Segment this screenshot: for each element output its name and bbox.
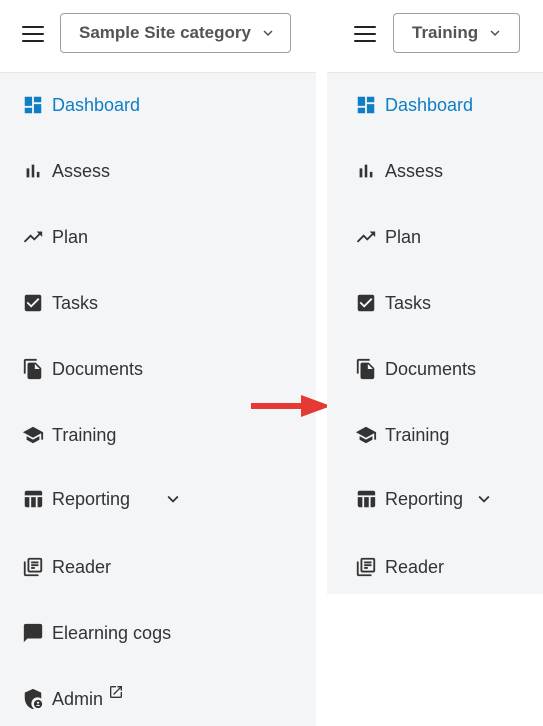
- category-dropdown-label: Training: [412, 23, 479, 42]
- sidebar-item-tasks[interactable]: Tasks: [0, 283, 316, 323]
- sidebar-item-plan[interactable]: Plan: [327, 217, 543, 257]
- sidebar-item-label: Tasks: [385, 292, 432, 313]
- admin-shield-icon: [22, 688, 44, 710]
- reader-icon: [22, 556, 44, 578]
- sidebar-item-label: Assess: [385, 160, 444, 181]
- sidebar-item-label: Plan: [385, 226, 422, 247]
- sidebar-item-reporting[interactable]: Reporting: [0, 479, 316, 519]
- sidebar-item-admin[interactable]: Admin: [0, 679, 316, 719]
- sidebar-item-label: Tasks: [52, 292, 99, 313]
- sidebar-item-label: Admin: [52, 688, 104, 709]
- top-bar: Sample Site category: [0, 0, 316, 73]
- graduation-cap-icon: [355, 424, 377, 446]
- left-panel: Sample Site category Dashboard Assess Pl…: [0, 0, 316, 726]
- sidebar-item-label: Reporting: [385, 488, 464, 509]
- chevron-down-icon[interactable]: [162, 488, 184, 510]
- right-arrow-icon: [251, 395, 331, 417]
- dashboard-icon: [355, 94, 377, 116]
- sidebar-item-label: Documents: [385, 358, 477, 379]
- sidebar-item-label: Training: [385, 424, 450, 445]
- sidebar-item-label: Assess: [52, 160, 111, 181]
- trending-up-icon: [22, 226, 44, 248]
- documents-icon: [22, 358, 44, 380]
- checkbox-icon: [355, 292, 377, 314]
- graduation-cap-icon: [22, 424, 44, 446]
- sidebar-item-tasks[interactable]: Tasks: [327, 283, 543, 323]
- sidebar-item-assess[interactable]: Assess: [327, 151, 543, 191]
- checkbox-icon: [22, 292, 44, 314]
- external-link-icon: [108, 684, 124, 700]
- right-panel: Training Dashboard Assess Plan Tasks Doc…: [327, 0, 543, 594]
- sidebar-item-label: Training: [52, 424, 117, 445]
- sidebar-item-label: Documents: [52, 358, 144, 379]
- sidebar-item-reader[interactable]: Reader: [327, 547, 543, 587]
- chat-bubble-icon: [22, 622, 44, 644]
- chevron-down-icon: [259, 24, 277, 42]
- sidebar-item-assess[interactable]: Assess: [0, 151, 316, 191]
- reader-icon: [355, 556, 377, 578]
- category-dropdown[interactable]: Training: [393, 13, 520, 53]
- bar-chart-icon: [355, 160, 377, 182]
- table-icon: [22, 488, 44, 510]
- sidebar-item-elearning-cogs[interactable]: Elearning cogs: [0, 613, 316, 653]
- hamburger-menu-icon[interactable]: [354, 23, 376, 45]
- category-dropdown-label: Sample Site category: [79, 23, 251, 42]
- sidebar-item-dashboard[interactable]: Dashboard: [0, 85, 316, 125]
- trending-up-icon: [355, 226, 377, 248]
- sidebar-nav: Dashboard Assess Plan Tasks Documents Tr…: [327, 73, 543, 594]
- sidebar-item-documents[interactable]: Documents: [0, 349, 316, 389]
- sidebar-item-label: Reporting: [52, 488, 131, 509]
- documents-icon: [355, 358, 377, 380]
- chevron-down-icon[interactable]: [473, 488, 495, 510]
- sidebar-item-dashboard[interactable]: Dashboard: [327, 85, 543, 125]
- sidebar-item-reporting[interactable]: Reporting: [327, 479, 543, 519]
- hamburger-menu-icon[interactable]: [22, 23, 44, 45]
- chevron-down-icon: [486, 24, 504, 42]
- sidebar-item-training[interactable]: Training: [0, 415, 316, 455]
- top-bar: Training: [327, 0, 543, 73]
- dashboard-icon: [22, 94, 44, 116]
- bar-chart-icon: [22, 160, 44, 182]
- sidebar-item-plan[interactable]: Plan: [0, 217, 316, 257]
- sidebar-item-label: Dashboard: [385, 94, 474, 115]
- category-dropdown[interactable]: Sample Site category: [60, 13, 291, 53]
- sidebar-item-documents[interactable]: Documents: [327, 349, 543, 389]
- sidebar-item-label: Reader: [385, 556, 445, 577]
- sidebar-item-label: Reader: [52, 556, 112, 577]
- sidebar-item-label: Dashboard: [52, 94, 141, 115]
- table-icon: [355, 488, 377, 510]
- sidebar-item-label: Plan: [52, 226, 89, 247]
- sidebar-item-label: Elearning cogs: [52, 622, 172, 643]
- sidebar-item-training[interactable]: Training: [327, 415, 543, 455]
- sidebar-item-reader[interactable]: Reader: [0, 547, 316, 587]
